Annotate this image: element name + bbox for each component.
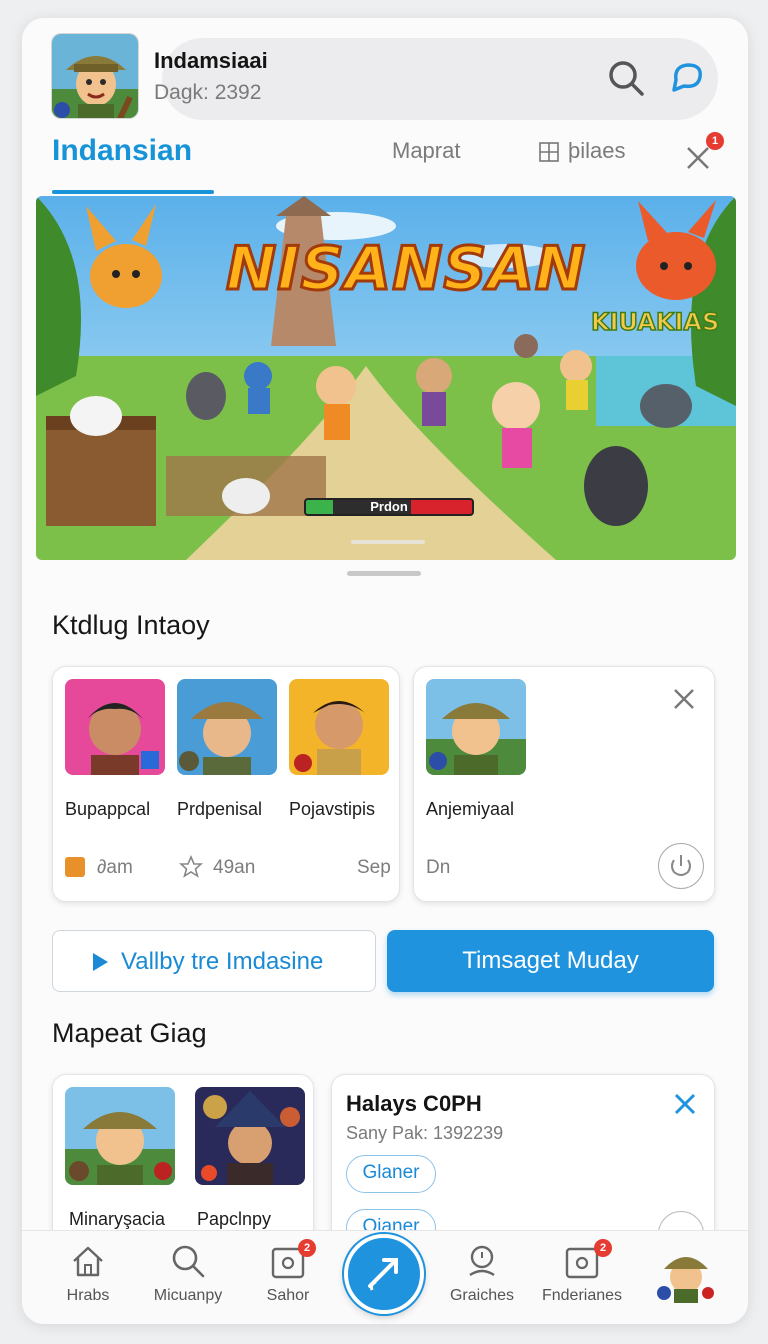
search-icon xyxy=(172,1245,205,1278)
primary-action-button[interactable]: Timsaget Muday xyxy=(387,930,714,992)
nav-label: Graiches xyxy=(449,1287,515,1304)
nav-label: Micuanpy xyxy=(153,1287,223,1304)
profile-avatar[interactable] xyxy=(656,1243,716,1303)
nav-item-fnderianes[interactable]: 2 Fnderianes xyxy=(532,1231,632,1324)
star-icon[interactable] xyxy=(178,854,204,884)
hero-progress-bar: Prdon xyxy=(304,498,474,516)
info-card-subtitle: Sany Pak: 1392239 xyxy=(346,1123,504,1143)
notification-badge: 2 xyxy=(594,1239,612,1257)
game-thumbnail[interactable] xyxy=(195,1087,305,1185)
category-icon xyxy=(65,857,85,877)
close-icon[interactable]: 1 xyxy=(682,132,724,174)
person-pin-icon xyxy=(469,1245,495,1277)
game-thumbnail[interactable] xyxy=(177,679,277,775)
link-arrow-icon xyxy=(368,1258,398,1291)
game-thumbnail[interactable] xyxy=(65,1087,175,1185)
chat-bubble-icon[interactable] xyxy=(666,58,706,98)
meta-value: Sep xyxy=(357,857,391,878)
meta-value: ∂am xyxy=(97,857,133,878)
nav-item-hrabs[interactable]: Hrabs xyxy=(38,1231,138,1324)
tab-maprat[interactable]: Maprat xyxy=(392,138,460,164)
active-tab-indicator xyxy=(52,190,214,194)
bottom-navigation: Hrabs Micuanpy 2 Sahor Graiches 2 Fnderi… xyxy=(22,1230,748,1324)
info-card[interactable]: Halays C0PH Sany Pak: 1392239 Glaner Qia… xyxy=(331,1074,715,1257)
tag-chip[interactable]: Glaner xyxy=(346,1155,436,1193)
tab-indansian[interactable]: Indansian xyxy=(52,134,192,168)
tab-bar: Indansian Maprat þilaes 1 xyxy=(22,130,748,196)
hero-banner[interactable]: NISANSAN KIUAKIAS Prdon xyxy=(36,196,736,560)
app-header: Indamsiaai Dagk: 2392 Indansian Maprat þ… xyxy=(22,18,748,198)
game-detail-card[interactable]: Anjemiyaal Dn xyxy=(413,666,715,902)
app-subtitle: Dagk: 2392 xyxy=(154,81,262,104)
game-thumbnail[interactable] xyxy=(65,679,165,775)
app-avatar[interactable] xyxy=(51,33,139,119)
game-caption: Papclnpy xyxy=(197,1209,272,1229)
nav-label: Fnderianes xyxy=(541,1287,623,1304)
game-thumbnail[interactable] xyxy=(289,679,389,775)
notification-badge: 2 xyxy=(298,1239,316,1257)
tab-pilaes[interactable]: þilaes xyxy=(568,138,625,164)
app-name: Indamsiaai xyxy=(154,48,268,73)
search-icon[interactable] xyxy=(606,58,646,98)
nav-label: Sahor xyxy=(266,1287,310,1304)
secondary-action-button[interactable]: Vallby tre Imdasine xyxy=(52,930,376,992)
game-caption: Bupappcal xyxy=(65,799,151,819)
home-icon xyxy=(73,1246,103,1277)
nav-item-graiches[interactable]: Graiches xyxy=(432,1231,532,1324)
secondary-action-label: Vallby tre Imdasine xyxy=(121,948,324,975)
game-list-card[interactable]: Bupappcal Prdpenisal Pojavstipis ∂am 49a… xyxy=(52,666,400,902)
play-icon xyxy=(93,953,108,971)
primary-action-label: Timsaget Muday xyxy=(462,947,639,974)
close-icon[interactable] xyxy=(672,687,696,716)
power-icon[interactable] xyxy=(658,843,704,889)
meta-value: Dn xyxy=(426,857,451,878)
grid-icon xyxy=(539,142,559,167)
notification-badge: 1 xyxy=(706,132,724,150)
hero-bar-label: Prdon xyxy=(370,499,408,514)
game-caption: Minaryşacia xyxy=(69,1209,166,1229)
section-title: Mapeat Giag xyxy=(52,1018,207,1048)
section-title: Ktdlug Intaoy xyxy=(52,610,210,640)
nav-item-micuanpy[interactable]: Micuanpy xyxy=(138,1231,238,1324)
game-list-card[interactable]: Minaryşacia Papclnpy xyxy=(52,1074,314,1254)
app-screen: Indamsiaai Dagk: 2392 Indansian Maprat þ… xyxy=(22,18,748,1324)
game-caption: Anjemiyaal xyxy=(426,799,515,819)
game-thumbnail[interactable] xyxy=(426,679,526,775)
game-caption: Prdpenisal xyxy=(177,799,263,819)
nav-item-sahor[interactable]: 2 Sahor xyxy=(238,1231,338,1324)
game-caption: Pojavstipis xyxy=(289,799,376,819)
close-icon[interactable] xyxy=(672,1091,698,1122)
fab-center-button[interactable] xyxy=(344,1234,424,1314)
hero-title: NISANSAN xyxy=(224,233,587,306)
info-card-title: Halays C0PH xyxy=(346,1091,482,1116)
hero-side-logo: KIUAKIAS xyxy=(590,307,720,337)
hero-pager-indicator xyxy=(351,540,425,544)
nav-label: Hrabs xyxy=(66,1287,110,1304)
meta-value: 49an xyxy=(213,857,256,878)
drag-handle[interactable] xyxy=(347,571,421,576)
